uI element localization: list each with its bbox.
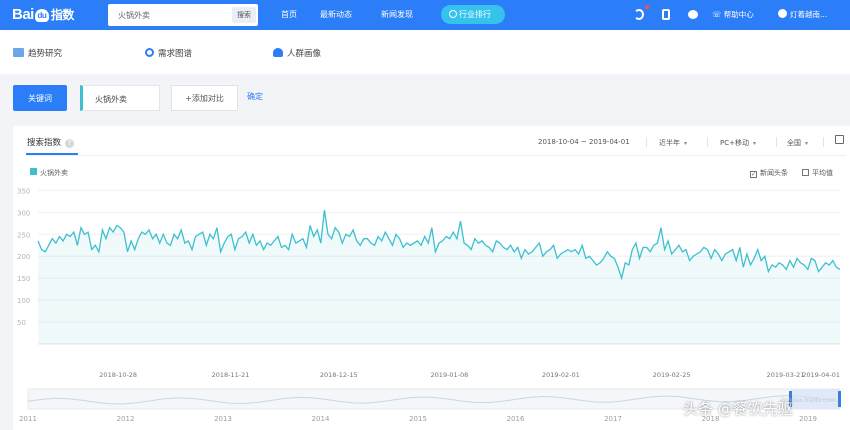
search-box: 搜索 [108, 4, 258, 26]
overview-year-label: 2014 [312, 415, 330, 423]
logo-sub: 指数 [50, 8, 75, 22]
y-tick-label: 50 [17, 319, 26, 327]
y-tick-label: 200 [17, 253, 30, 261]
user-menu[interactable]: 灯着越南... [778, 9, 827, 20]
overview-year-label: 2011 [19, 415, 37, 423]
y-tick-label: 100 [17, 297, 30, 305]
profile-label: 人群画像 [287, 49, 322, 59]
keyword-button[interactable]: 关键词 [13, 85, 67, 111]
broadcast-icon[interactable] [634, 9, 644, 20]
overview-year-label: 2016 [507, 415, 525, 423]
help-label: 帮助中心 [723, 10, 754, 19]
tab-crowd-profile[interactable]: 人群画像 [273, 47, 321, 59]
series-area [38, 210, 840, 344]
overview-year-label: 2012 [117, 415, 135, 423]
keyword-chip[interactable]: 火锅外卖 [80, 85, 160, 111]
tab-demand-graph[interactable]: 需求图谱 [145, 47, 192, 59]
ranking-icon [449, 10, 457, 18]
nav-home[interactable]: 首页 [281, 9, 297, 20]
overview-handle [838, 391, 841, 407]
help-center-link[interactable]: ☏ 帮助中心 [712, 9, 754, 20]
top-nav-bar: Baidu指数 搜索 首页 最新动态 新闻发现 行业排行 ☏ 帮助中心 灯着越南… [0, 0, 850, 30]
username: 灯着越南... [790, 10, 828, 19]
nav-latest[interactable]: 最新动态 [320, 9, 352, 20]
people-icon [273, 48, 283, 57]
search-button[interactable]: 搜索 [232, 7, 256, 23]
y-tick-label: 300 [17, 209, 30, 217]
x-tick-label: 2018-12-15 [320, 371, 358, 379]
overview-year-label: 2019 [799, 415, 817, 423]
add-compare-button[interactable]: +添加对比 [171, 85, 238, 111]
trend-icon [13, 48, 24, 57]
brand-watermark: 头条 @餐饮先驱 [683, 400, 793, 418]
demand-graph-icon [145, 48, 154, 57]
x-tick-label: 2019-02-01 [542, 371, 580, 379]
overview-year-label: 2015 [409, 415, 427, 423]
trend-label: 趋势研究 [28, 49, 63, 59]
demand-label: 需求图谱 [158, 49, 193, 59]
x-tick-label: 2019-02-25 [653, 371, 691, 379]
x-tick-label: 2019-04-01 [802, 371, 840, 379]
y-tick-label: 250 [17, 231, 30, 239]
wechat-icon[interactable] [688, 10, 698, 19]
search-index-card: 搜索指数? 2018-10-04 ~ 2019-04-01 近半年 ▾ PC+移动… [13, 126, 850, 430]
avatar [778, 9, 787, 18]
y-tick-label: 150 [17, 275, 30, 283]
x-tick-label: 2018-11-21 [212, 371, 250, 379]
industry-ranking-button[interactable]: 行业排行 [441, 5, 505, 24]
x-tick-label: 2018-10-28 [99, 371, 137, 379]
baidu-index-logo[interactable]: Bai du 指数 [12, 6, 74, 23]
paw-icon: du [34, 9, 49, 22]
confirm-link[interactable]: 确定 [247, 91, 263, 102]
ranking-label: 行业排行 [459, 10, 491, 19]
nav-news-discovery[interactable]: 新闻发现 [381, 9, 413, 20]
search-input[interactable] [108, 4, 230, 26]
tab-trend-research[interactable]: 趋势研究 [13, 47, 62, 59]
notification-dot [645, 5, 649, 9]
y-tick-label: 350 [17, 187, 30, 195]
section-tabs: 趋势研究 需求图谱 人群画像 [0, 30, 850, 74]
x-tick-label: 2019-01-08 [431, 371, 469, 379]
help-icon: ☏ [712, 10, 724, 19]
overview-year-label: 2017 [604, 415, 622, 423]
overview-year-label: 2013 [214, 415, 232, 423]
x-tick-label: 2019-03-21 [767, 371, 805, 379]
logo-text: Bai [12, 6, 34, 23]
search-index-chart[interactable]: 50 100 150 200 250 300 350 2018-10-28 2018-11-21… [13, 126, 850, 430]
mobile-icon[interactable] [662, 9, 670, 20]
